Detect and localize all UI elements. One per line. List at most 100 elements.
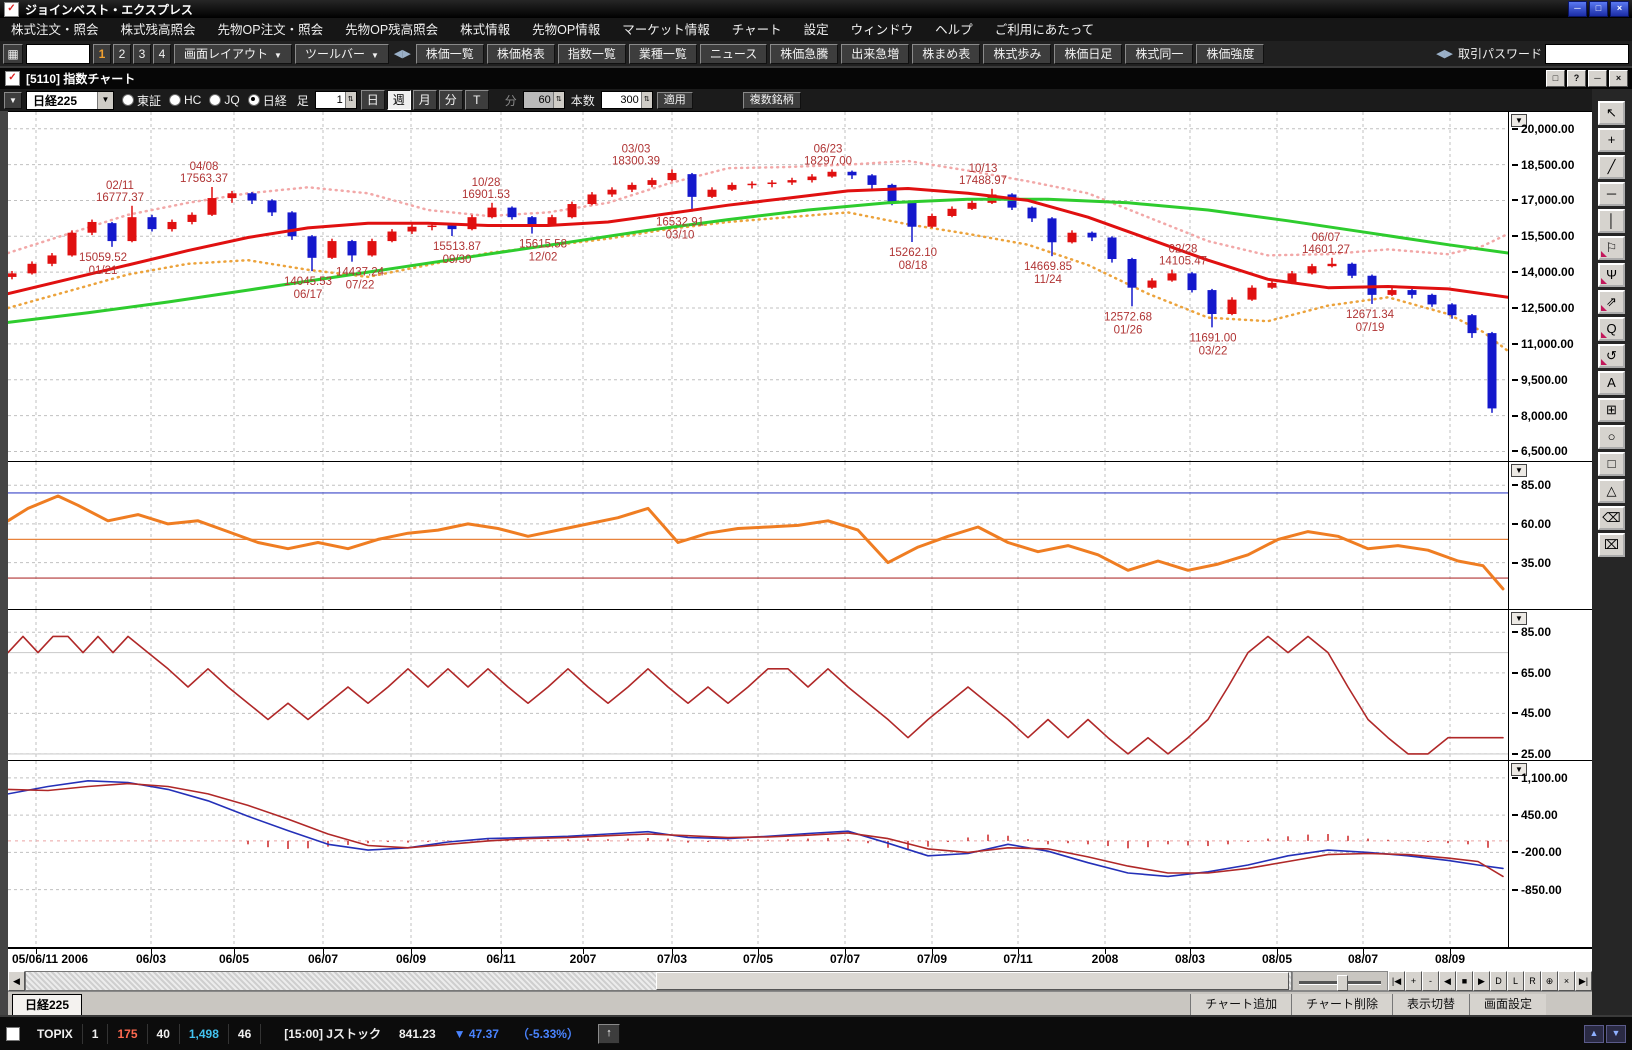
spinner-icon[interactable]: ⇅ [641, 92, 652, 108]
cycle-icon[interactable]: ↺ [1598, 344, 1625, 368]
menu-item[interactable]: 先物OP情報 [521, 19, 611, 41]
scroll-tool-button[interactable]: ▶| [1575, 971, 1592, 991]
scroll-tool-button[interactable]: L [1507, 971, 1524, 991]
period-button-月[interactable]: 月 [413, 90, 437, 110]
panel-dropdown-button[interactable]: ▼ [1511, 612, 1527, 625]
toolbar-button[interactable]: 株まめ表 [912, 44, 980, 64]
toolbar-button[interactable]: 株価強度 [1196, 44, 1264, 64]
spinner-icon[interactable]: ⇅ [345, 92, 356, 108]
scroll-tool-button[interactable]: ⊕ [1541, 971, 1558, 991]
menu-item[interactable]: 先物OP残高照会 [334, 19, 449, 41]
layout-preset-button[interactable]: 3 [133, 44, 151, 64]
menu-item[interactable]: チャート [721, 19, 793, 41]
cursor-icon[interactable]: ↖ [1598, 101, 1625, 125]
vline-icon[interactable]: │ [1598, 209, 1625, 233]
trendline-icon[interactable]: ╱ [1598, 155, 1625, 179]
scroll-tool-button[interactable]: |◀ [1388, 971, 1405, 991]
scroll-tool-button[interactable]: - [1422, 971, 1439, 991]
window-control-button[interactable]: □ [1589, 1, 1608, 17]
ellipse-icon[interactable]: ○ [1598, 425, 1625, 449]
chart-window-control-button[interactable]: ? [1567, 70, 1586, 87]
grid-icon[interactable]: ⊞ [1598, 398, 1625, 422]
market-index-label[interactable]: TOPIX [28, 1024, 83, 1044]
layout-preset-button[interactable]: 4 [153, 44, 171, 64]
hline-icon[interactable]: ─ [1598, 182, 1625, 206]
menu-item[interactable]: 設定 [793, 19, 840, 41]
scroll-tool-button[interactable]: ■ [1456, 971, 1473, 991]
toolbar-button[interactable]: 株価急騰 [770, 44, 838, 64]
text-icon[interactable]: A [1598, 371, 1625, 395]
window-control-button[interactable]: ─ [1568, 1, 1587, 17]
chart-window-control-button[interactable]: × [1609, 70, 1628, 87]
toolbar-button[interactable]: 株価格表 [487, 44, 555, 64]
scroll-tool-button[interactable]: ▶ [1473, 971, 1490, 991]
toolbar-menu-button[interactable]: ツールバー▼ [295, 44, 389, 64]
chart-window-control-button[interactable]: ─ [1588, 70, 1607, 87]
period-button-T[interactable]: T [465, 90, 489, 110]
menu-item[interactable]: 株式情報 [449, 19, 521, 41]
tab-nikkei225[interactable]: 日経225 [12, 994, 82, 1016]
menu-item[interactable]: 先物OP注文・照会 [207, 19, 335, 41]
menu-item[interactable]: 株式残高照会 [110, 19, 207, 41]
period-button-週[interactable]: 週 [387, 90, 411, 110]
menu-item[interactable]: ご利用にあたって [984, 19, 1105, 41]
layout-icon[interactable]: ▦ [3, 44, 23, 64]
crosshair-icon[interactable]: + [1598, 128, 1625, 152]
toolbar-button[interactable]: 業種一覧 [629, 44, 697, 64]
scroll-tool-button[interactable]: R [1524, 971, 1541, 991]
scroll-left-button[interactable]: ◀ [8, 971, 25, 991]
collapse-up-button[interactable]: ↑ [598, 1024, 620, 1044]
screen-layout-button[interactable]: 画面レイアウト▼ [174, 44, 292, 64]
window-control-button[interactable]: × [1610, 1, 1629, 17]
triangle-icon[interactable]: △ [1598, 479, 1625, 503]
market-radio[interactable]: 東証 [118, 92, 165, 109]
chart-action-button[interactable]: チャート追加 [1190, 994, 1291, 1016]
toolbar-button[interactable]: 出来急増 [841, 44, 909, 64]
plot-rsi[interactable] [8, 462, 1509, 609]
scrollbar-thumb[interactable] [656, 972, 1289, 990]
toolbar-button[interactable]: 株価日足 [1054, 44, 1122, 64]
plot-macd[interactable] [8, 761, 1509, 948]
scroll-tool-button[interactable]: + [1405, 971, 1422, 991]
toolbar-button[interactable]: ニュース [700, 44, 767, 64]
scroll-tool-button[interactable]: ◀ [1439, 971, 1456, 991]
bar-count-input[interactable]: 300 ⇅ [601, 91, 653, 109]
status-arrow-button[interactable]: ▼ [1606, 1025, 1626, 1043]
scrollbar-track[interactable] [25, 971, 1292, 991]
market-radio[interactable]: JQ [205, 92, 243, 109]
toolbar-button[interactable]: 指数一覧 [558, 44, 626, 64]
chart-action-button[interactable]: 画面設定 [1469, 994, 1546, 1016]
status-arrow-button[interactable]: ▲ [1584, 1025, 1604, 1043]
period-button-日[interactable]: 日 [361, 90, 385, 110]
splitter-icon[interactable]: ◀▶ [392, 47, 413, 60]
slider-knob[interactable] [1337, 975, 1348, 991]
scroll-tool-button[interactable]: × [1558, 971, 1575, 991]
pattern-icon[interactable]: ⇗ [1598, 290, 1625, 314]
apply-button[interactable]: 適用 [657, 92, 693, 109]
period-button-分[interactable]: 分 [439, 90, 463, 110]
menu-item[interactable]: ヘルプ [924, 19, 984, 41]
erase-all-icon[interactable]: ⌧ [1598, 533, 1625, 557]
ashi-input[interactable]: 1 ⇅ [315, 91, 357, 109]
layout-preset-button[interactable]: 1 [93, 44, 111, 64]
eraser-icon[interactable]: ⌫ [1598, 506, 1625, 530]
symbol-combo[interactable]: 日経225 ▼ [26, 91, 114, 110]
splitter-icon[interactable]: ◀▶ [1434, 47, 1455, 60]
password-input[interactable] [1545, 44, 1629, 64]
rect-icon[interactable]: □ [1598, 452, 1625, 476]
fan-icon[interactable]: Ψ [1598, 263, 1625, 287]
toolbar-button[interactable]: 株式歩み [983, 44, 1051, 64]
chart-action-button[interactable]: チャート削除 [1291, 994, 1392, 1016]
quick-code-input[interactable] [26, 44, 90, 64]
chevron-down-icon[interactable]: ▼ [97, 92, 113, 109]
multi-symbol-button[interactable]: 複数銘柄 [743, 92, 801, 109]
chart-action-button[interactable]: 表示切替 [1392, 994, 1469, 1016]
status-checkbox[interactable] [6, 1027, 20, 1041]
market-radio[interactable]: HC [165, 92, 205, 109]
toolbar-button[interactable]: 株式同一 [1125, 44, 1193, 64]
symbol-menu-button[interactable]: ▼ [4, 92, 22, 109]
layout-preset-button[interactable]: 2 [113, 44, 131, 64]
quote-list-icon[interactable]: Q [1598, 317, 1625, 341]
panel-dropdown-button[interactable]: ▼ [1511, 464, 1527, 477]
menu-item[interactable]: マーケット情報 [611, 19, 721, 41]
